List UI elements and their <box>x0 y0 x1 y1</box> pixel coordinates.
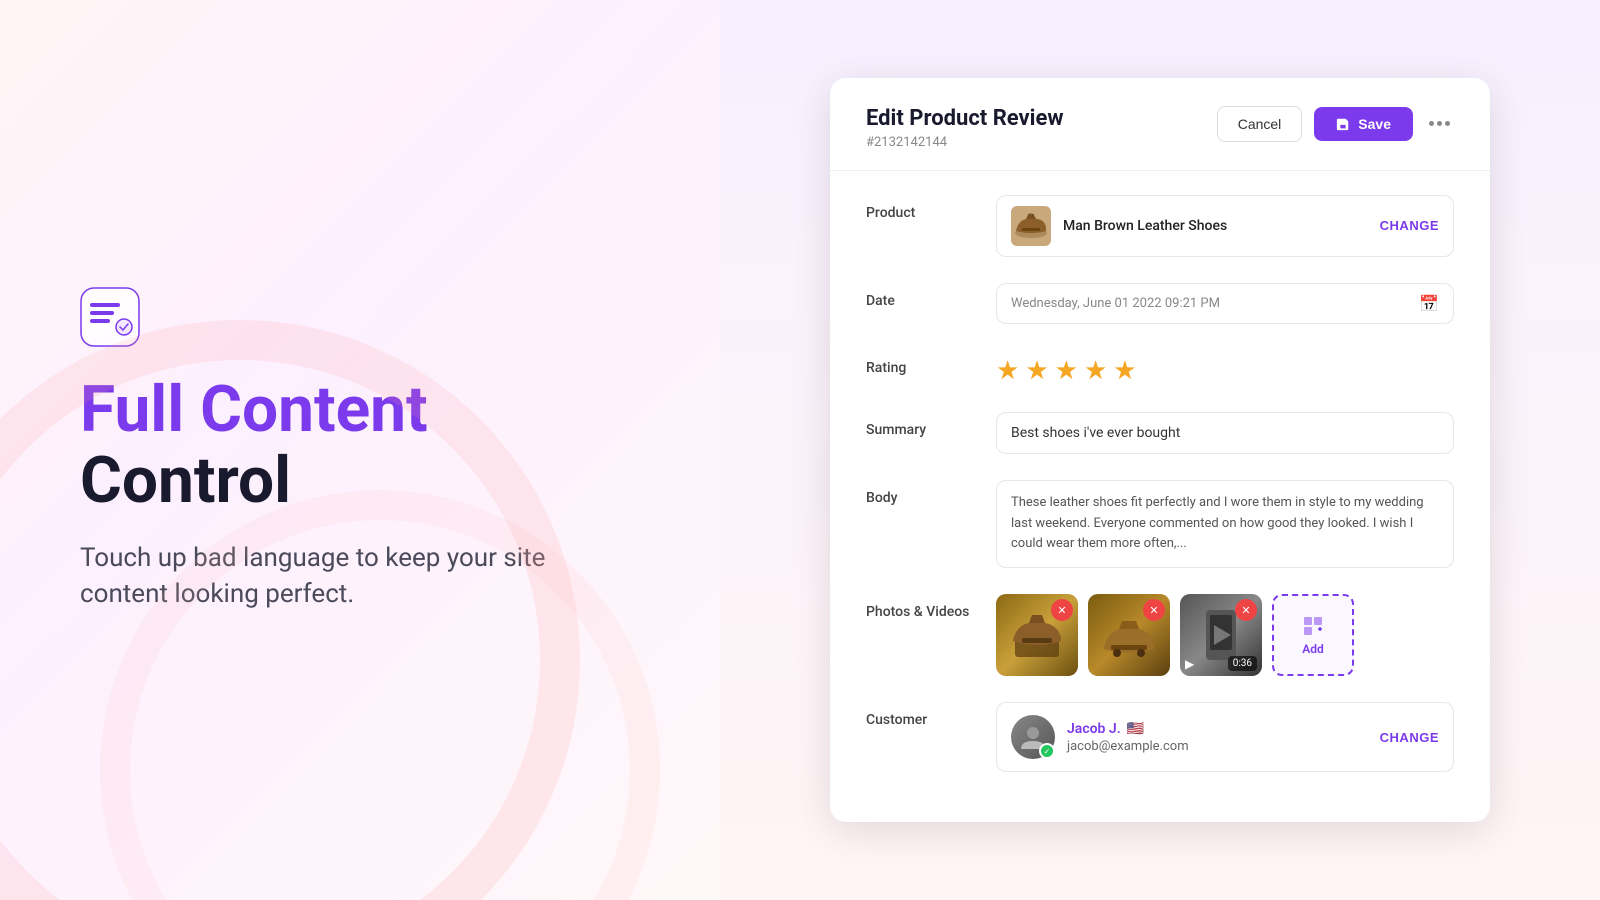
star-2[interactable]: ★ <box>1025 356 1048 386</box>
star-4[interactable]: ★ <box>1084 356 1107 386</box>
app-logo <box>80 287 140 347</box>
product-name: Man Brown Leather Shoes <box>1063 218 1368 234</box>
card-header: Edit Product Review #2132142144 Cancel S… <box>830 78 1490 171</box>
photo-item-2: ✕ <box>1088 594 1170 676</box>
summary-field[interactable]: Best shoes i've ever bought <box>996 412 1454 454</box>
add-photo-button[interactable]: Add <box>1272 594 1354 676</box>
card-id: #2132142144 <box>866 135 1064 150</box>
calendar-icon: 📅 <box>1419 294 1439 313</box>
product-row: Product Man Brown Leather S <box>866 195 1454 257</box>
avatar-verified-badge: ✓ <box>1039 743 1055 759</box>
product-thumbnail <box>1011 206 1051 246</box>
save-icon <box>1336 117 1350 131</box>
left-panel: Full Content Control Touch up bad langua… <box>0 0 720 900</box>
product-change-button[interactable]: CHANGE <box>1380 218 1439 233</box>
customer-info: Jacob J. 🇺🇸 jacob@example.com <box>1067 721 1368 754</box>
customer-change-button[interactable]: CHANGE <box>1380 730 1439 745</box>
rating-label: Rating <box>866 350 996 376</box>
add-photo-icon <box>1301 614 1325 638</box>
star-3[interactable]: ★ <box>1055 356 1078 386</box>
customer-name: Jacob J. 🇺🇸 <box>1067 721 1368 737</box>
photos-row: Photos & Videos <box>866 594 1454 676</box>
card-title: Edit Product Review <box>866 106 1064 131</box>
date-control: Wednesday, June 01 2022 09:21 PM 📅 <box>996 283 1454 324</box>
body-field[interactable]: These leather shoes fit perfectly and I … <box>996 480 1454 568</box>
hero-subtitle: Touch up bad language to keep your site … <box>80 540 620 613</box>
body-control: These leather shoes fit perfectly and I … <box>996 480 1454 568</box>
play-icon: ▶ <box>1185 657 1194 671</box>
rating-row: Rating ★ ★ ★ ★ ★ <box>866 350 1454 386</box>
customer-label: Customer <box>866 702 996 728</box>
save-button[interactable]: Save <box>1314 107 1413 141</box>
body-row: Body These leather shoes fit perfectly a… <box>866 480 1454 568</box>
body-label: Body <box>866 480 996 506</box>
hero-title: Full Content Control <box>80 375 640 516</box>
card-body: Product Man Brown Leather S <box>830 171 1490 822</box>
avatar-wrapper: ✓ <box>1011 715 1055 759</box>
date-field[interactable]: Wednesday, June 01 2022 09:21 PM 📅 <box>996 283 1454 324</box>
star-rating[interactable]: ★ ★ ★ ★ ★ <box>996 350 1454 386</box>
date-row: Date Wednesday, June 01 2022 09:21 PM 📅 <box>866 283 1454 324</box>
edit-review-card: Edit Product Review #2132142144 Cancel S… <box>830 78 1490 822</box>
star-5[interactable]: ★ <box>1113 356 1136 386</box>
summary-label: Summary <box>866 412 996 438</box>
summary-control: Best shoes i've ever bought <box>996 412 1454 454</box>
more-options-button[interactable] <box>1425 117 1454 130</box>
photos-label: Photos & Videos <box>866 594 996 620</box>
video-duration: 0:36 <box>1228 656 1257 671</box>
cancel-button[interactable]: Cancel <box>1217 106 1303 142</box>
photos-grid: ✕ <box>996 594 1454 676</box>
add-photo-label: Add <box>1302 642 1324 656</box>
summary-row: Summary Best shoes i've ever bought <box>866 412 1454 454</box>
customer-control: ✓ Jacob J. 🇺🇸 jacob@example.com CHANGE <box>996 702 1454 772</box>
customer-email: jacob@example.com <box>1067 739 1368 754</box>
photos-control: ✕ <box>996 594 1454 676</box>
customer-flag: 🇺🇸 <box>1127 721 1144 737</box>
product-control: Man Brown Leather Shoes CHANGE <box>996 195 1454 257</box>
customer-field: ✓ Jacob J. 🇺🇸 jacob@example.com CHANGE <box>996 702 1454 772</box>
photo-item-3: ✕ ▶ 0:36 <box>1180 594 1262 676</box>
card-actions: Cancel Save <box>1217 106 1454 142</box>
right-panel: Edit Product Review #2132142144 Cancel S… <box>720 0 1600 900</box>
date-value: Wednesday, June 01 2022 09:21 PM <box>1011 296 1220 311</box>
card-title-area: Edit Product Review #2132142144 <box>866 106 1064 150</box>
product-field: Man Brown Leather Shoes CHANGE <box>996 195 1454 257</box>
photo-item-1: ✕ <box>996 594 1078 676</box>
product-label: Product <box>866 195 996 221</box>
date-label: Date <box>866 283 996 309</box>
star-1[interactable]: ★ <box>996 356 1019 386</box>
rating-control: ★ ★ ★ ★ ★ <box>996 350 1454 386</box>
customer-row: Customer ✓ <box>866 702 1454 772</box>
